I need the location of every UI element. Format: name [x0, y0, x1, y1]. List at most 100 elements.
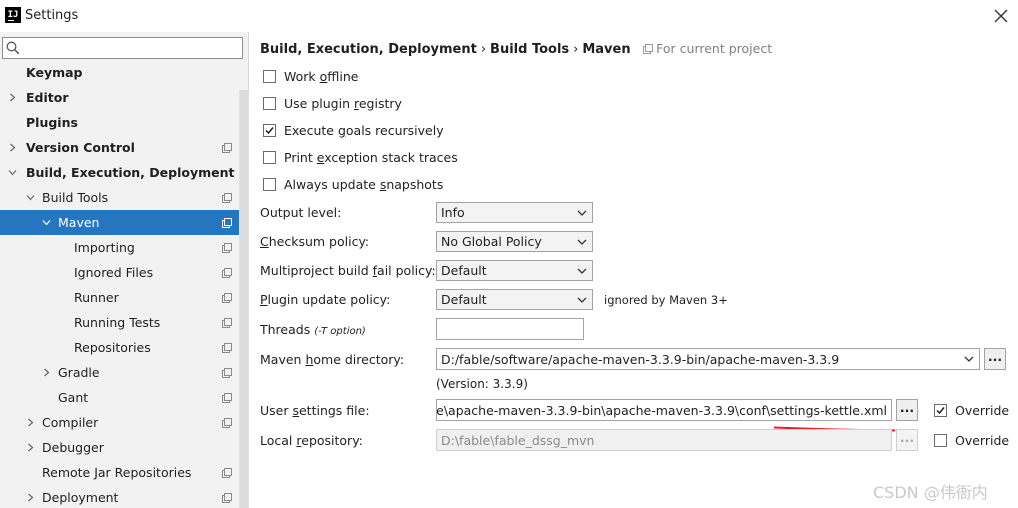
checkmark-icon — [265, 126, 274, 134]
sidebar-item-deployment[interactable]: Deployment — [0, 485, 249, 508]
checkbox-box[interactable] — [263, 96, 276, 110]
output-level-select[interactable]: Info — [436, 202, 593, 223]
sidebar-item-label: Repositories — [74, 340, 151, 355]
multiproject-fail-policy-label: Multiproject build fail policy: — [260, 263, 436, 278]
maven-home-label: Maven home directory: — [260, 352, 405, 367]
always-update-snapshots-checkbox[interactable]: Always update snapshots — [263, 175, 443, 193]
checkbox-box[interactable] — [263, 69, 276, 83]
breadcrumb-part[interactable]: Build Tools — [490, 42, 569, 57]
chevron-down-icon — [577, 210, 587, 216]
chevron-right-icon[interactable] — [24, 485, 36, 508]
sidebar-item-maven[interactable]: Maven — [0, 210, 249, 235]
scrollbar-thumb[interactable] — [240, 90, 248, 508]
sidebar-item-gradle[interactable]: Gradle — [0, 360, 249, 385]
sidebar-scrollbar[interactable] — [239, 90, 249, 508]
close-button[interactable] — [988, 3, 1014, 29]
sidebar-item-label: Runner — [74, 290, 119, 305]
sidebar-item-keymap[interactable]: Keymap — [0, 60, 249, 85]
checkbox-box[interactable] — [263, 150, 276, 164]
sidebar-item-repositories[interactable]: Repositories — [0, 335, 249, 360]
breadcrumb-separator: › — [480, 42, 487, 57]
plugin-update-policy-select[interactable]: Default — [436, 289, 593, 310]
project-scope-icon — [222, 318, 232, 328]
input-value: D:\fable\fable_dssg_mvn — [441, 433, 595, 448]
checkbox-label: Override — [955, 432, 1010, 448]
sidebar-item-label: Build Tools — [42, 190, 109, 205]
sidebar-item-build-tools[interactable]: Build Tools — [0, 185, 249, 210]
chevron-down-icon[interactable] — [40, 210, 52, 235]
chevron-down-icon[interactable] — [964, 354, 974, 364]
checksum-policy-select[interactable]: No Global Policy — [436, 231, 593, 252]
project-scope-icon — [222, 393, 232, 403]
project-scope-icon — [222, 468, 232, 478]
local-repository-input[interactable]: D:\fable\fable_dssg_mvn — [436, 429, 892, 451]
user-settings-input[interactable]: D:\fable\software\apache-maven-3.3.9-bin… — [436, 399, 892, 421]
multiproject-fail-policy-select[interactable]: Default — [436, 260, 593, 281]
chevron-right-icon[interactable] — [24, 410, 36, 435]
user-settings-browse-button[interactable]: ... — [896, 399, 918, 421]
checkbox-box[interactable] — [934, 433, 947, 447]
checkbox-box[interactable] — [263, 177, 276, 191]
project-scope-icon — [222, 143, 232, 153]
breadcrumb: Build, Execution, Deployment › Build Tools… — [260, 41, 772, 57]
checkbox-box[interactable] — [934, 403, 947, 417]
breadcrumb-part: Maven — [582, 42, 631, 57]
sidebar-item-label: Deployment — [42, 490, 119, 505]
checkbox-label: Work offline — [284, 68, 359, 84]
chevron-down-icon — [577, 239, 587, 245]
project-scope-icon — [222, 268, 232, 278]
sidebar-item-label: Ignored Files — [74, 265, 154, 280]
chevron-down-icon[interactable] — [24, 185, 36, 210]
print-exception-stack-traces-checkbox[interactable]: Print exception stack traces — [263, 148, 458, 166]
local-repository-override-checkbox[interactable]: Override — [934, 431, 1009, 449]
chevron-right-icon[interactable] — [6, 135, 18, 160]
sidebar-item-plugins[interactable]: Plugins — [0, 110, 249, 135]
sidebar-item-label: Plugins — [26, 115, 78, 130]
checkbox-box[interactable] — [263, 123, 276, 137]
sidebar-item-debugger[interactable]: Debugger — [0, 435, 249, 460]
breadcrumb-part[interactable]: Build, Execution, Deployment — [260, 42, 477, 57]
execute-goals-recursively-checkbox[interactable]: Execute goals recursively — [263, 121, 444, 139]
threads-input[interactable] — [436, 318, 584, 340]
chevron-right-icon[interactable] — [40, 360, 52, 385]
sidebar-item-compiler[interactable]: Compiler — [0, 410, 249, 435]
sidebar-item-editor[interactable]: Editor — [0, 85, 249, 110]
sidebar-item-label: Gant — [58, 390, 89, 405]
search-input[interactable] — [23, 39, 238, 57]
settings-sidebar: Keymap Editor Plugins Version Control Bu… — [0, 32, 249, 508]
chevron-down-icon — [577, 268, 587, 274]
chevron-right-icon[interactable] — [24, 435, 36, 460]
work-offline-checkbox[interactable]: Work offline — [263, 67, 358, 85]
intellij-app-icon: IJ — [5, 7, 21, 23]
project-scope-icon — [222, 193, 232, 203]
sidebar-item-importing[interactable]: Importing — [0, 235, 249, 260]
sidebar-item-label: Maven — [58, 215, 100, 230]
sidebar-item-label: Remote Jar Repositories — [42, 465, 192, 480]
sidebar-item-version-control[interactable]: Version Control — [0, 135, 249, 160]
checkbox-label: Always update snapshots — [284, 176, 444, 192]
chevron-down-icon[interactable] — [6, 160, 18, 185]
local-repository-browse-button[interactable]: ... — [896, 429, 918, 451]
output-level-label: Output level: — [260, 205, 342, 220]
plugin-update-policy-note: ignored by Maven 3+ — [604, 293, 728, 307]
scope-indicator: For current project — [643, 41, 772, 56]
checkbox-label: Execute goals recursively — [284, 122, 444, 138]
maven-home-browse-button[interactable]: ... — [984, 348, 1006, 370]
sidebar-item-remote-jar-repositories[interactable]: Remote Jar Repositories — [0, 460, 249, 485]
sidebar-item-build-execution-deployment[interactable]: Build, Execution, Deployment — [0, 160, 249, 185]
project-scope-icon — [222, 493, 232, 503]
checksum-policy-label: Checksum policy: — [260, 234, 370, 249]
sidebar-item-runner[interactable]: Runner — [0, 285, 249, 310]
chevron-right-icon[interactable] — [6, 85, 18, 110]
sidebar-item-gant[interactable]: Gant — [0, 385, 249, 410]
close-icon — [994, 9, 1008, 23]
sidebar-item-running-tests[interactable]: Running Tests — [0, 310, 249, 335]
breadcrumb-separator: › — [573, 42, 579, 57]
maven-home-combo[interactable]: D:/fable/software/apache-maven-3.3.9-bin… — [436, 348, 980, 370]
select-value: Default — [441, 263, 487, 278]
checkbox-label: Use plugin registry — [284, 95, 402, 111]
sidebar-item-ignored-files[interactable]: Ignored Files — [0, 260, 249, 285]
settings-search[interactable] — [2, 37, 243, 59]
user-settings-override-checkbox[interactable]: Override — [934, 401, 1009, 419]
use-plugin-registry-checkbox[interactable]: Use plugin registry — [263, 94, 402, 112]
